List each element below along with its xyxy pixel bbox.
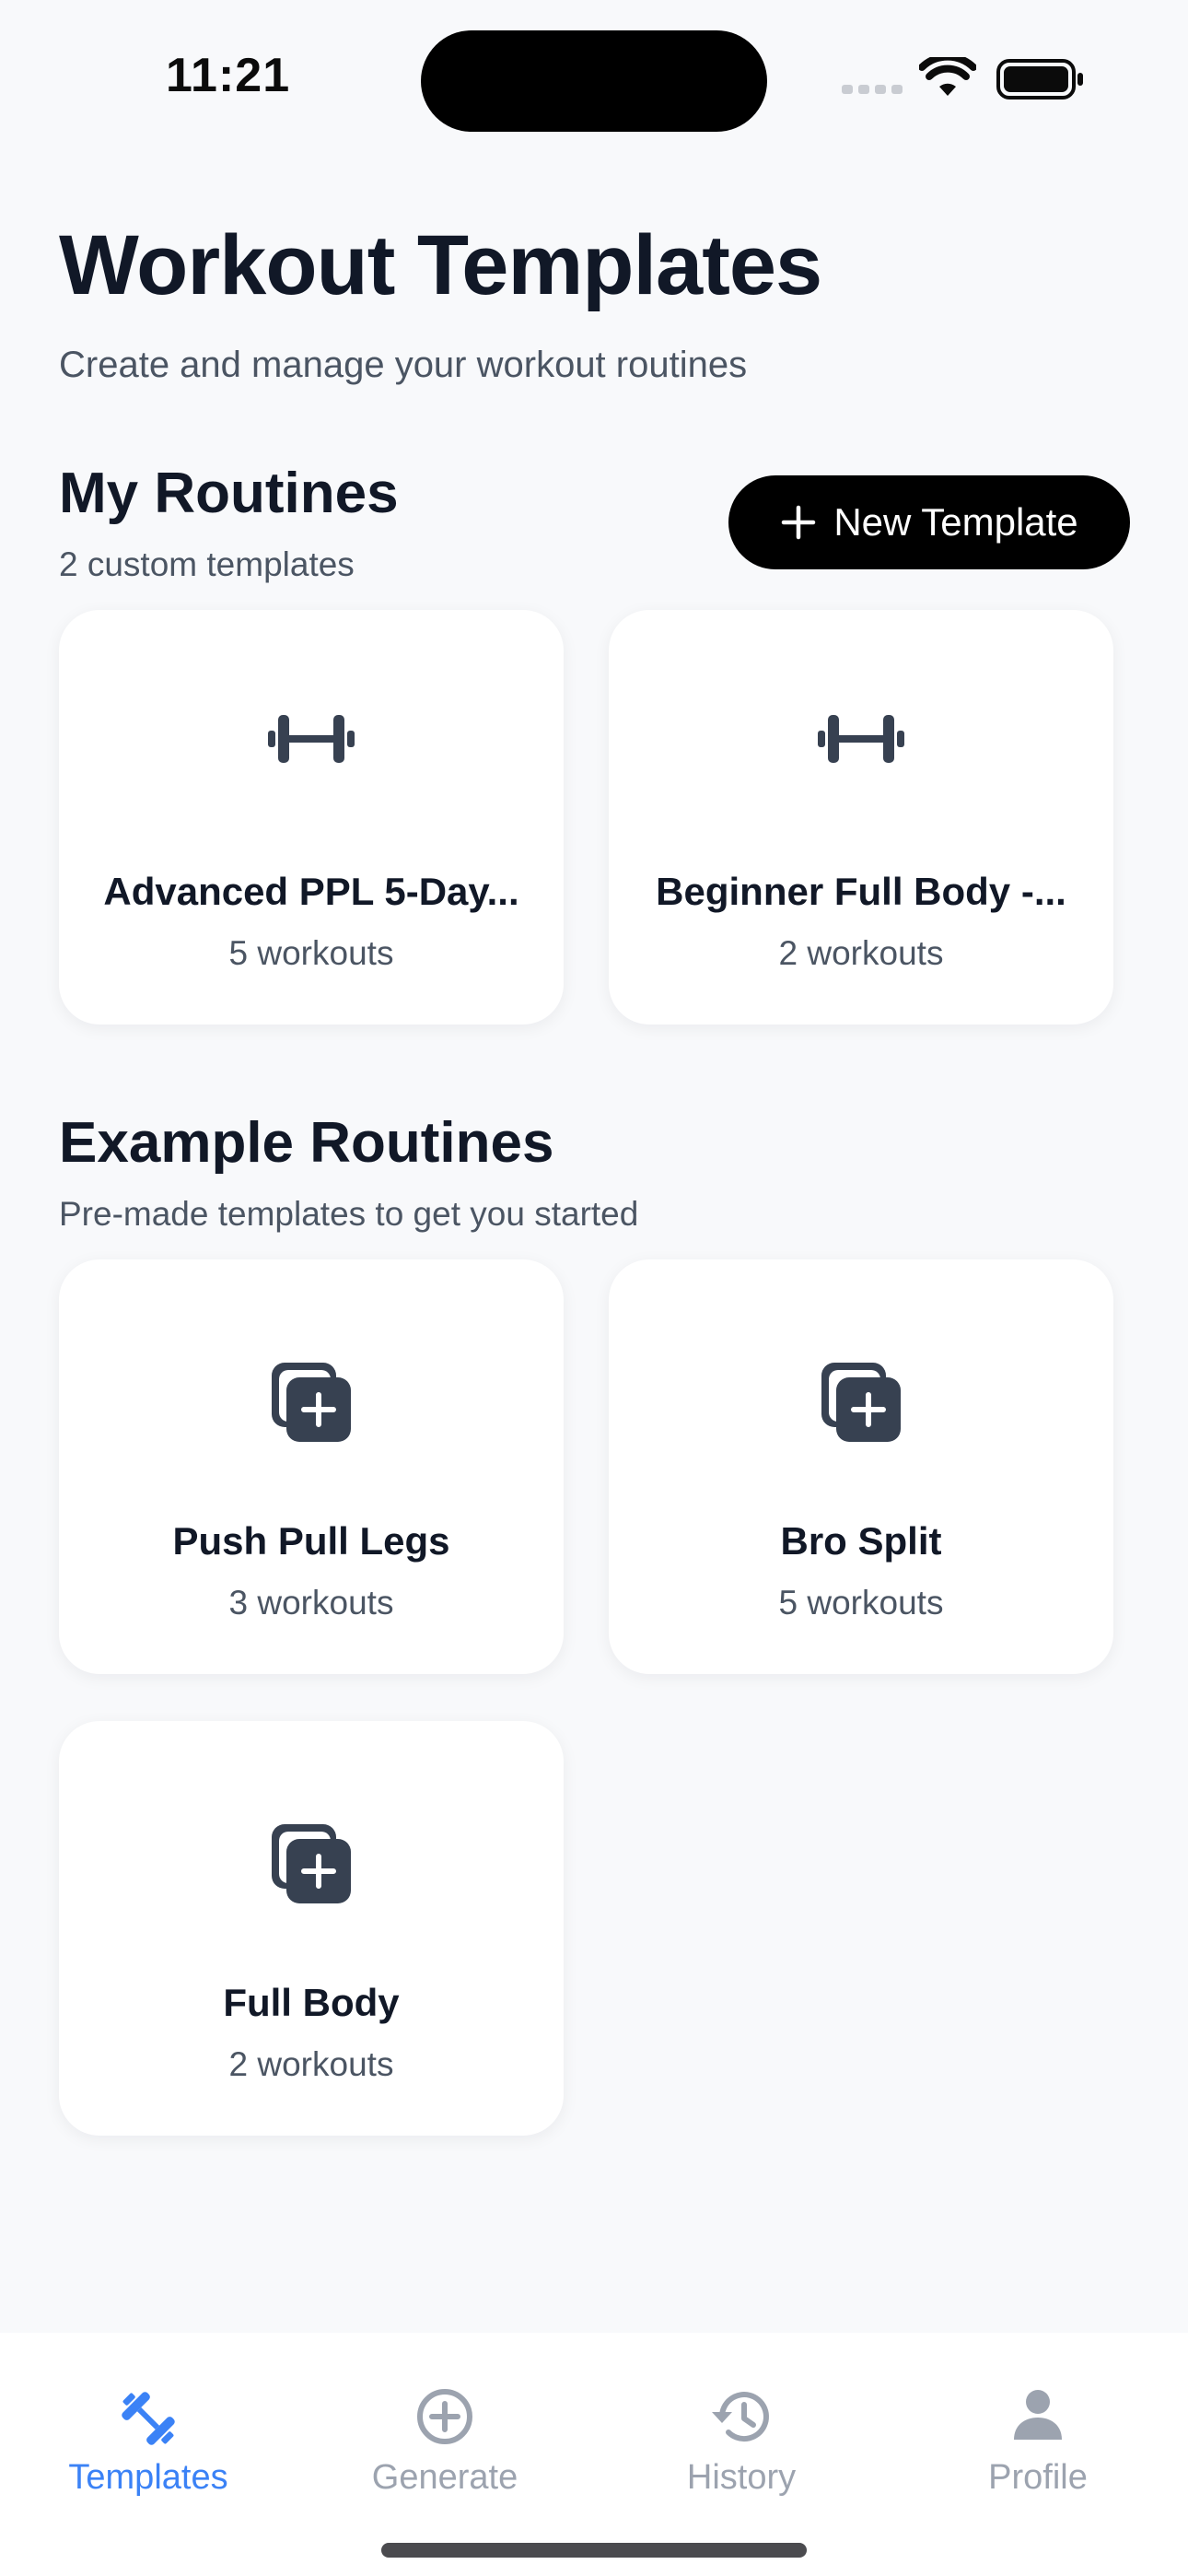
card-name: Push Pull Legs [172,1519,450,1563]
new-template-label: New Template [833,500,1078,544]
example-routines-subtitle: Pre-made templates to get you started [59,1195,639,1233]
card-name: Bro Split [780,1519,942,1563]
dumbbell-icon [0,2386,297,2451]
template-card[interactable]: Advanced PPL 5-Day... 5 workouts [59,610,564,1025]
copy-plus-icon [59,1361,564,1453]
card-name: Full Body [223,1981,400,2024]
example-routines-title: Example Routines [59,1111,554,1175]
tab-generate[interactable]: Generate [297,2333,593,2517]
dumbbell-icon [59,711,564,803]
copy-plus-icon [59,1822,564,1914]
dumbbell-icon [609,711,1113,803]
tab-label: History [686,2458,797,2497]
tab-profile[interactable]: Profile [890,2333,1186,2517]
card-name: Beginner Full Body -... [656,870,1066,913]
history-icon [593,2386,890,2451]
my-routines-subtitle: 2 custom templates [59,545,355,583]
card-workout-count: 5 workouts [778,1584,944,1622]
wifi-icon [919,57,976,96]
card-workout-count: 5 workouts [228,934,394,972]
card-workout-count: 3 workouts [228,1584,394,1622]
copy-plus-icon [609,1361,1113,1453]
person-icon [890,2386,1186,2451]
card-workout-count: 2 workouts [778,934,944,972]
tab-label: Templates [68,2458,228,2497]
page-title: Workout Templates [59,218,822,312]
example-template-card[interactable]: Push Pull Legs 3 workouts [59,1259,564,1674]
tab-label: Generate [371,2458,518,2497]
status-time: 11:21 [166,49,291,102]
card-name: Advanced PPL 5-Day... [103,870,519,913]
tab-history[interactable]: History [593,2333,890,2517]
new-template-button[interactable]: New Template [728,475,1130,569]
plus-icon [782,505,816,540]
example-template-card[interactable]: Bro Split 5 workouts [609,1259,1113,1674]
page-subtitle: Create and manage your workout routines [59,345,748,385]
tab-label: Profile [988,2458,1088,2497]
dynamic-island [421,30,767,132]
cellular-signal-icon [842,85,903,94]
plus-circle-icon [297,2386,593,2451]
example-template-card[interactable]: Full Body 2 workouts [59,1721,564,2136]
tab-templates[interactable]: Templates [0,2333,297,2517]
battery-icon [996,59,1083,100]
template-card[interactable]: Beginner Full Body -... 2 workouts [609,610,1113,1025]
tab-bar: Templates Generate History Profile [0,2333,1188,2576]
home-indicator [381,2543,807,2558]
card-workout-count: 2 workouts [228,2045,394,2083]
my-routines-title: My Routines [59,462,399,525]
